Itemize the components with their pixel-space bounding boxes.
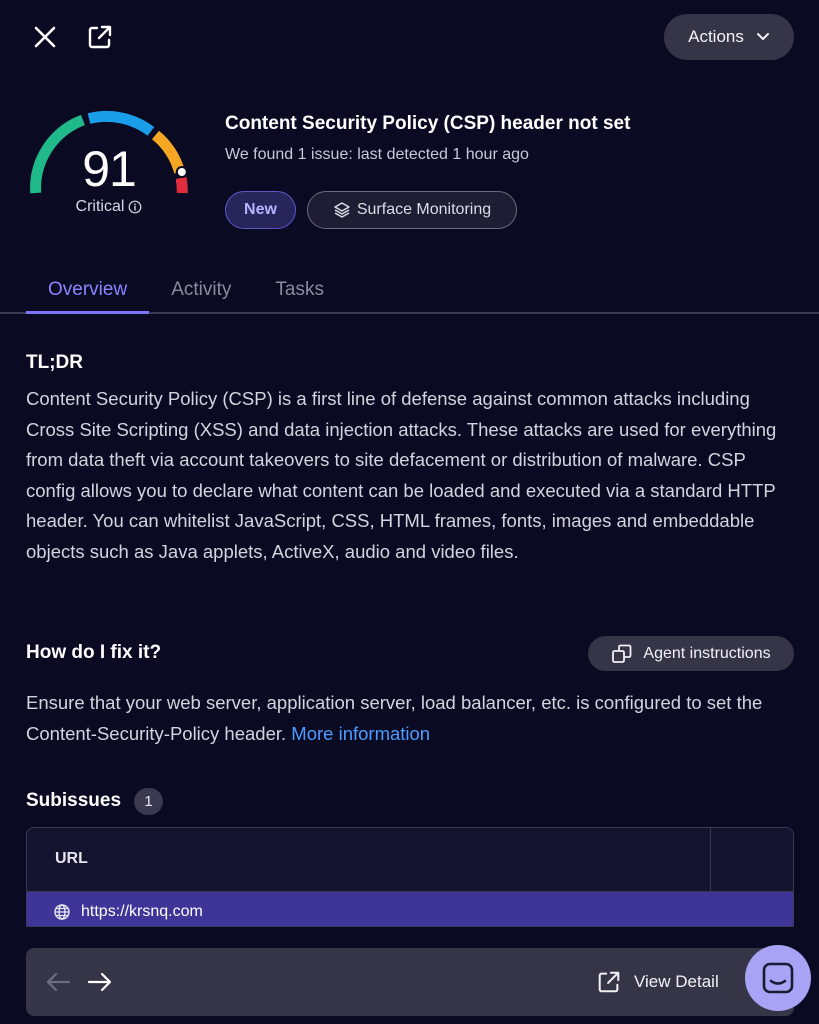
external-link-icon — [596, 969, 622, 995]
arrow-right-icon — [87, 972, 113, 992]
copy-icon — [611, 643, 633, 665]
tab-activity[interactable]: Activity — [149, 268, 253, 314]
fix-text: Ensure that your web server, application… — [26, 688, 796, 749]
previous-button[interactable] — [38, 962, 78, 1002]
info-icon[interactable] — [128, 200, 142, 214]
bottom-navigation-bar: View Detail — [26, 948, 794, 1016]
view-detail-button[interactable]: View Detail — [596, 964, 719, 1000]
subissues-count-badge: 1 — [134, 788, 163, 815]
chevron-down-icon — [756, 32, 770, 42]
actions-dropdown-button[interactable]: Actions — [664, 14, 794, 60]
issue-subtitle: We found 1 issue: last detected 1 hour a… — [225, 146, 529, 163]
severity-text: Critical — [75, 198, 125, 215]
tldr-text: Content Security Policy (CSP) is a first… — [26, 388, 777, 562]
table-row[interactable]: https://krsnq.com — [27, 892, 793, 926]
tab-overview[interactable]: Overview — [26, 268, 150, 314]
column-divider — [710, 828, 711, 892]
more-information-link[interactable]: More information — [291, 723, 430, 744]
view-detail-label: View Detail — [634, 972, 719, 991]
layers-icon — [333, 201, 351, 219]
external-link-icon — [86, 23, 114, 51]
close-icon — [33, 25, 57, 49]
column-header-url[interactable]: URL — [55, 850, 88, 868]
open-external-button[interactable] — [80, 17, 120, 57]
close-button[interactable] — [25, 17, 65, 57]
risk-score-value: 91 — [82, 141, 137, 197]
table-header: URL — [27, 828, 793, 892]
agent-instructions-button[interactable]: Agent instructions — [588, 636, 794, 671]
arrow-left-icon — [45, 972, 71, 992]
tab-bar: Overview Activity Tasks — [26, 268, 346, 314]
issue-title: Content Security Policy (CSP) header not… — [225, 113, 631, 134]
chat-launcher-button[interactable] — [745, 945, 811, 1011]
source-badge-label: Surface Monitoring — [356, 201, 492, 218]
globe-icon — [53, 903, 71, 921]
next-button[interactable] — [80, 962, 120, 1002]
fix-heading: How do I fix it? — [26, 642, 162, 663]
actions-label: Actions — [688, 27, 744, 46]
agent-instructions-label: Agent instructions — [643, 644, 771, 662]
status-badge: New — [225, 191, 296, 229]
severity-label: Critical — [22, 198, 196, 216]
subissues-table: URL https://krsnq.com — [26, 827, 794, 927]
chat-icon — [761, 961, 795, 995]
tab-tasks[interactable]: Tasks — [253, 268, 346, 314]
row-url: https://krsnq.com — [81, 903, 203, 920]
tldr-heading: TL;DR — [26, 352, 83, 373]
subissues-heading: Subissues — [26, 790, 122, 811]
source-badge: Surface Monitoring — [307, 191, 517, 229]
